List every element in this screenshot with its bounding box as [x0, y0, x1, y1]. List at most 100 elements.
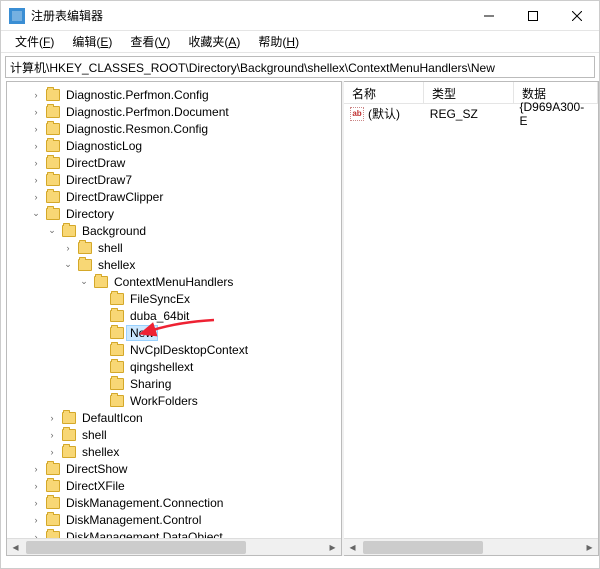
folder-icon — [78, 242, 92, 254]
menu-view[interactable]: 查看(V) — [122, 31, 178, 52]
tree-node[interactable]: FileSyncEx — [7, 290, 341, 307]
tree-node[interactable]: ›Diagnostic.Perfmon.Config — [7, 86, 341, 103]
folder-icon — [62, 225, 76, 237]
tree-label: Diagnostic.Resmon.Config — [63, 122, 211, 136]
menubar: 文件(F) 编辑(E) 查看(V) 收藏夹(A) 帮助(H) — [1, 31, 599, 53]
chevron-right-icon[interactable]: › — [29, 481, 43, 491]
close-button[interactable] — [555, 1, 599, 30]
tree-node[interactable]: › Diagnostic.Perfmon.Document — [7, 103, 341, 120]
tree-node[interactable]: ›shell — [7, 239, 341, 256]
tree-node[interactable]: ›shell — [7, 426, 341, 443]
col-name[interactable]: 名称 — [344, 82, 424, 103]
scroll-left-icon[interactable]: ◂ — [344, 539, 361, 556]
folder-icon — [46, 157, 60, 169]
chevron-right-icon[interactable]: › — [29, 141, 43, 151]
tree-label: DiagnosticLog — [63, 139, 145, 153]
tree-label: New — [127, 326, 157, 340]
folder-icon — [110, 361, 124, 373]
scroll-right-icon[interactable]: ▸ — [324, 539, 341, 556]
chevron-right-icon[interactable]: › — [45, 430, 59, 440]
chevron-right-icon[interactable]: › — [61, 243, 75, 253]
tree-label: DefaultIcon — [79, 411, 146, 425]
tree-node[interactable]: ›shellex — [7, 443, 341, 460]
tree-node[interactable]: duba_64bit — [7, 307, 341, 324]
tree-node[interactable]: ›DirectDrawClipper — [7, 188, 341, 205]
folder-icon — [46, 106, 60, 118]
chevron-down-icon[interactable]: ⌄ — [61, 259, 75, 270]
chevron-right-icon[interactable]: › — [29, 498, 43, 508]
tree-label: ContextMenuHandlers — [111, 275, 236, 289]
tree-node[interactable]: › DirectDraw — [7, 154, 341, 171]
folder-icon — [46, 497, 60, 509]
tree-label: DirectDraw — [63, 156, 128, 170]
chevron-right-icon[interactable]: › — [29, 175, 43, 185]
tree-label: duba_64bit — [127, 309, 192, 323]
folder-icon — [110, 293, 124, 305]
window-title: 注册表编辑器 — [31, 7, 467, 24]
tree-node[interactable]: ⌄ Directory — [7, 205, 341, 222]
menu-edit[interactable]: 编辑(E) — [64, 31, 120, 52]
chevron-right-icon[interactable]: › — [29, 124, 43, 134]
menu-favorites[interactable]: 收藏夹(A) — [180, 31, 248, 52]
chevron-right-icon[interactable]: › — [29, 192, 43, 202]
chevron-right-icon[interactable]: › — [29, 464, 43, 474]
folder-icon — [110, 344, 124, 356]
chevron-down-icon[interactable]: ⌄ — [45, 225, 59, 236]
tree-node[interactable]: qingshellext — [7, 358, 341, 375]
folder-icon — [46, 208, 60, 220]
tree-node[interactable]: › DefaultIcon — [7, 409, 341, 426]
value-row[interactable]: ab(默认)REG_SZ{D969A300-E — [344, 104, 598, 123]
tree-node[interactable]: Sharing — [7, 375, 341, 392]
tree-label: shellex — [95, 258, 138, 272]
tree-node[interactable]: ⌄Background — [7, 222, 341, 239]
titlebar: 注册表编辑器 — [1, 1, 599, 31]
chevron-right-icon[interactable]: › — [29, 158, 43, 168]
tree-node[interactable]: New — [7, 324, 341, 341]
tree-label: DiskManagement.Connection — [63, 496, 226, 510]
folder-icon — [46, 463, 60, 475]
close-icon — [572, 11, 582, 21]
menu-file[interactable]: 文件(F) — [7, 31, 62, 52]
chevron-right-icon[interactable]: › — [29, 107, 43, 117]
tree-label: DirectXFile — [63, 479, 128, 493]
tree-node[interactable]: › DirectShow — [7, 460, 341, 477]
menu-help[interactable]: 帮助(H) — [250, 31, 307, 52]
maximize-button[interactable] — [511, 1, 555, 30]
scroll-thumb[interactable] — [363, 541, 483, 554]
tree-label: DiskManagement.Control — [63, 513, 204, 527]
address-bar[interactable]: 计算机\HKEY_CLASSES_ROOT\Directory\Backgrou… — [5, 56, 595, 78]
col-type[interactable]: 类型 — [424, 82, 514, 103]
minimize-button[interactable] — [467, 1, 511, 30]
tree-label: Directory — [63, 207, 117, 221]
tree-label: NvCplDesktopContext — [127, 343, 251, 357]
tree-node[interactable]: › DiskManagement.Connection — [7, 494, 341, 511]
tree-label: WorkFolders — [127, 394, 201, 408]
scroll-left-icon[interactable]: ◂ — [7, 539, 24, 556]
values-hscrollbar[interactable]: ◂ ▸ — [344, 538, 598, 555]
chevron-right-icon[interactable]: › — [45, 447, 59, 457]
scroll-right-icon[interactable]: ▸ — [581, 539, 598, 556]
tree-node[interactable]: › DiskManagement.Control — [7, 511, 341, 528]
tree-node[interactable]: › DiagnosticLog — [7, 137, 341, 154]
tree-node[interactable]: ⌄ shellex — [7, 256, 341, 273]
tree-node[interactable]: ›DirectDraw7 — [7, 171, 341, 188]
values-pane[interactable]: 名称 类型 数据 ab(默认)REG_SZ{D969A300-E ◂ ▸ — [344, 81, 599, 556]
address-text: 计算机\HKEY_CLASSES_ROOT\Directory\Backgrou… — [10, 59, 495, 76]
scroll-thumb[interactable] — [26, 541, 246, 554]
chevron-down-icon[interactable]: ⌄ — [29, 208, 43, 219]
chevron-down-icon[interactable]: ⌄ — [77, 276, 91, 287]
tree-label: Diagnostic.Perfmon.Document — [63, 105, 232, 119]
tree-hscrollbar[interactable]: ◂ ▸ — [7, 538, 341, 555]
chevron-right-icon[interactable]: › — [29, 90, 43, 100]
tree-node[interactable]: WorkFolders — [7, 392, 341, 409]
folder-icon — [46, 174, 60, 186]
tree-node[interactable]: ⌄ ContextMenuHandlers — [7, 273, 341, 290]
folder-icon — [46, 480, 60, 492]
chevron-right-icon[interactable]: › — [29, 515, 43, 525]
chevron-right-icon[interactable]: › — [45, 413, 59, 423]
tree-pane[interactable]: ›Diagnostic.Perfmon.Config›Diagnostic.Pe… — [6, 81, 342, 556]
tree-node[interactable]: › DirectXFile — [7, 477, 341, 494]
tree-node[interactable]: › Diagnostic.Resmon.Config — [7, 120, 341, 137]
tree-node[interactable]: NvCplDesktopContext — [7, 341, 341, 358]
tree-label: DirectShow — [63, 462, 130, 476]
